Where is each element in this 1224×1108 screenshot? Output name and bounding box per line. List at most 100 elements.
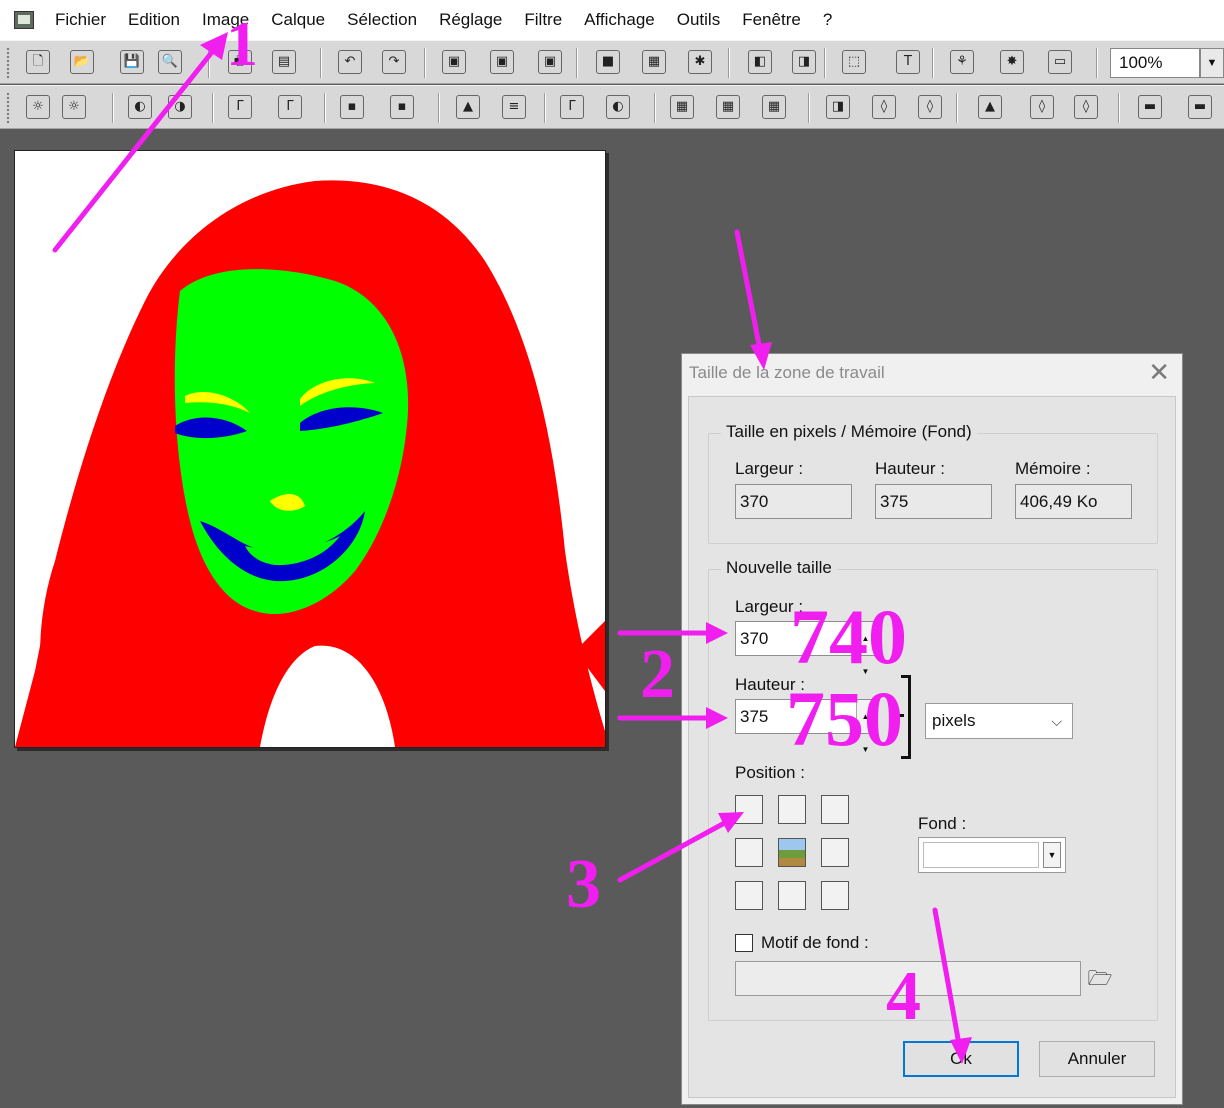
open-folder-icon[interactable]: 🗁 [1086, 965, 1114, 991]
position-top-right[interactable] [821, 795, 849, 824]
window-icon[interactable]: ▭ [1048, 50, 1072, 74]
menu-outils[interactable]: Outils [666, 0, 731, 40]
unit-select[interactable]: pixels ⌵ [925, 703, 1073, 739]
portrait-image [15, 151, 605, 747]
gamma-plus-icon[interactable]: Γ [278, 95, 302, 119]
menu-reglage[interactable]: Réglage [428, 0, 513, 40]
levels-icon[interactable]: ≡ [502, 95, 526, 119]
annotation-step-3: 3 [566, 846, 601, 923]
brightness-plus-icon[interactable]: ☼ [62, 95, 86, 119]
contrast-minus-icon[interactable]: ◐ [128, 95, 152, 119]
position-middle-left[interactable] [735, 838, 763, 867]
annotation-arrow-dialog [734, 229, 765, 363]
toolbar-separator [320, 48, 321, 78]
position-bottom-left[interactable] [735, 881, 763, 910]
current-height-label: Hauteur : [875, 459, 945, 478]
menu-help[interactable]: ? [812, 0, 843, 40]
ok-button[interactable]: Ok [903, 1041, 1019, 1077]
menu-filtre[interactable]: Filtre [513, 0, 573, 40]
gamma-minus-icon[interactable]: Γ [228, 95, 252, 119]
fond-label: Fond : [918, 814, 967, 833]
colors-icon[interactable]: ▦ [642, 50, 666, 74]
position-top-center[interactable] [778, 795, 806, 824]
new-size-label: Nouvelle taille [721, 558, 837, 578]
current-height-field: 375 [875, 484, 992, 519]
position-bottom-right[interactable] [821, 881, 849, 910]
dialog-title: Taille de la zone de travail [689, 363, 885, 382]
motif-checkbox[interactable] [735, 934, 753, 952]
toolbar-separator [1096, 48, 1097, 78]
split-icon[interactable]: ◨ [826, 95, 850, 119]
selection-icon[interactable]: ⬚ [842, 50, 866, 74]
position-middle-right[interactable] [821, 838, 849, 867]
unit-value: pixels [932, 711, 976, 730]
drop-icon[interactable]: ◊ [872, 95, 896, 119]
background-color-select[interactable]: ▼ [918, 837, 1066, 873]
saturation-minus-icon[interactable]: ▪ [340, 95, 364, 119]
histogram-icon[interactable]: ▲ [456, 95, 480, 119]
toolbar-separator [424, 48, 425, 78]
image-canvas[interactable] [14, 150, 606, 748]
position-center[interactable] [778, 838, 806, 867]
menu-fichier[interactable]: Fichier [44, 0, 117, 40]
redo-icon[interactable]: ↷ [382, 50, 406, 74]
toolbar-separator [212, 93, 213, 123]
gamma-auto-icon[interactable]: Γ [560, 95, 584, 119]
tree-icon[interactable]: ⚘ [950, 50, 974, 74]
menu-fenetre[interactable]: Fenêtre [731, 0, 812, 40]
annotation-new-width: 740 [790, 593, 907, 680]
cancel-button[interactable]: Annuler [1039, 1041, 1155, 1077]
mountain-icon[interactable]: ▲ [978, 95, 1002, 119]
layer-icon[interactable]: ◧ [748, 50, 772, 74]
chevron-down-icon[interactable]: ▼ [1043, 842, 1061, 868]
browser-icon[interactable]: 🔍 [158, 50, 182, 74]
text-icon[interactable]: T [896, 50, 920, 74]
current-size-label: Taille en pixels / Mémoire (Fond) [721, 422, 977, 442]
grid-icon[interactable]: ▦ [670, 95, 694, 119]
app-icon[interactable] [14, 11, 34, 29]
star-icon[interactable]: ✸ [1000, 50, 1024, 74]
toolbar-grip[interactable] [6, 47, 10, 79]
scan-icon[interactable]: ▤ [272, 50, 296, 74]
grid-dark-icon[interactable]: ▦ [716, 95, 740, 119]
new-file-icon[interactable]: 🗋 [26, 50, 50, 74]
menu-bar: Fichier Edition Image Calque Sélection R… [0, 0, 1224, 40]
menu-edition[interactable]: Edition [117, 0, 191, 40]
close-icon[interactable]: ✕ [1148, 358, 1170, 388]
open-folder-icon[interactable]: 📂 [70, 50, 94, 74]
menu-affichage[interactable]: Affichage [573, 0, 666, 40]
toolbar-separator [956, 93, 957, 123]
gradient-icon[interactable]: ■ [596, 50, 620, 74]
dialog-body: Taille en pixels / Mémoire (Fond) Largeu… [688, 396, 1176, 1098]
crop-icon[interactable]: ▣ [538, 50, 562, 74]
effect-icon[interactable]: ✱ [688, 50, 712, 74]
motif-label: Motif de fond : [761, 933, 869, 952]
image-size-icon[interactable]: ▣ [442, 50, 466, 74]
current-width-label: Largeur : [735, 459, 804, 478]
toolbar-grip[interactable] [6, 92, 10, 124]
annotation-step-4: 4 [886, 958, 921, 1035]
monitor-color-icon[interactable]: ▬ [1138, 95, 1162, 119]
position-top-left[interactable] [735, 795, 763, 824]
undo-icon[interactable]: ↶ [338, 50, 362, 74]
toolbar-separator [808, 93, 809, 123]
position-bottom-center[interactable] [778, 881, 806, 910]
toolbar-separator [544, 93, 545, 123]
drops-icon[interactable]: ◊ [918, 95, 942, 119]
drop-small-icon[interactable]: ◊ [1030, 95, 1054, 119]
drop-outline-icon[interactable]: ◊ [1074, 95, 1098, 119]
contrast-plus-icon[interactable]: ◑ [168, 95, 192, 119]
canvas-size-icon[interactable]: ▣ [490, 50, 514, 74]
brightness-minus-icon[interactable]: ☼ [26, 95, 50, 119]
monitor-blue-icon[interactable]: ▬ [1188, 95, 1212, 119]
chevron-down-icon[interactable]: ▼ [1200, 48, 1224, 78]
menu-selection[interactable]: Sélection [336, 0, 428, 40]
saturation-plus-icon[interactable]: ▪ [390, 95, 414, 119]
toolbar-separator [112, 93, 113, 123]
zoom-select[interactable]: 100% [1110, 48, 1200, 78]
contrast-auto-icon[interactable]: ◐ [606, 95, 630, 119]
grid-light-icon[interactable]: ▦ [762, 95, 786, 119]
layer-move-icon[interactable]: ◨ [792, 50, 816, 74]
menu-calque[interactable]: Calque [260, 0, 336, 40]
save-icon[interactable]: 💾 [120, 50, 144, 74]
